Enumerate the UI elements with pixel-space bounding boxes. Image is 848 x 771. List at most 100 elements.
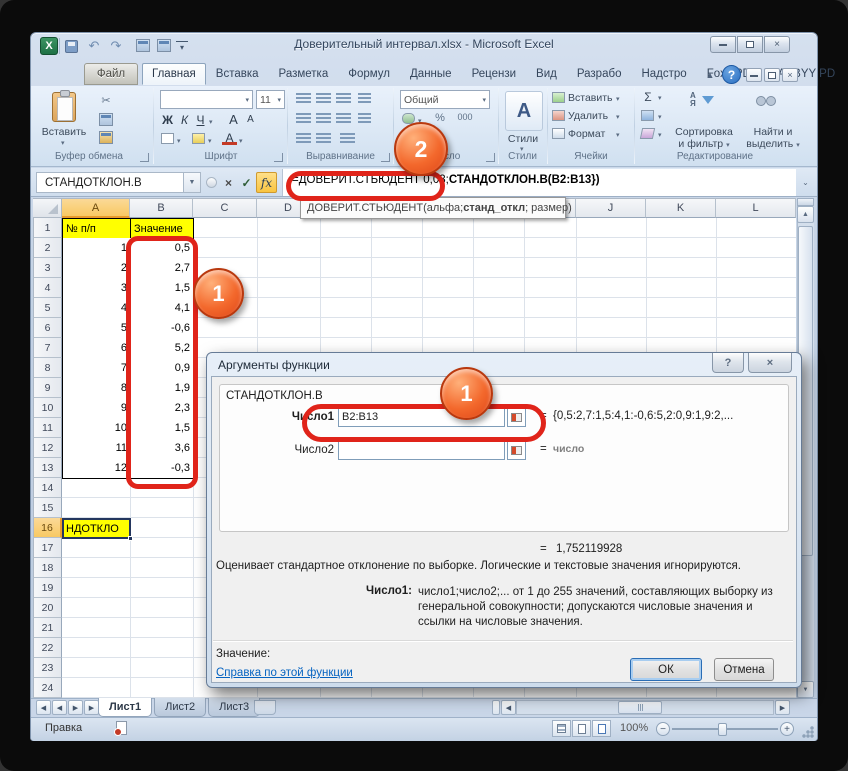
tab-главная[interactable]: Главная xyxy=(142,63,206,85)
insert-cells-icon[interactable] xyxy=(552,92,565,103)
fill-caret2-icon[interactable]: ▾ xyxy=(658,113,662,121)
sort-filter-icon[interactable]: АЯ xyxy=(690,92,696,108)
expand-formula-bar-icon[interactable]: ⌄ xyxy=(798,172,813,193)
page-layout-view-button[interactable] xyxy=(572,720,591,737)
cancel-entry-button[interactable]: × xyxy=(220,172,237,193)
row-header-14[interactable]: 14 xyxy=(33,478,62,498)
row-header-24[interactable]: 24 xyxy=(33,678,62,698)
format-cells-caret-icon[interactable]: ▾ xyxy=(616,131,620,139)
zoom-in-button[interactable]: + xyxy=(780,722,794,736)
row-header-10[interactable]: 10 xyxy=(33,398,62,418)
alignment-dialog-launcher[interactable] xyxy=(381,153,390,162)
insert-cells-button[interactable]: Вставить xyxy=(568,92,614,104)
dialog-help-button[interactable]: ? xyxy=(712,353,744,373)
cancel-button[interactable]: Отмена xyxy=(714,658,774,681)
hscroll-left-button[interactable]: ◀ xyxy=(501,700,516,715)
column-header-J[interactable]: J xyxy=(576,198,646,218)
row-header-4[interactable]: 4 xyxy=(33,278,62,298)
cell-a10[interactable]: 9 xyxy=(62,398,131,419)
row-header-21[interactable]: 21 xyxy=(33,618,62,638)
tab-split-handle[interactable] xyxy=(492,700,500,715)
increase-indent-icon[interactable] xyxy=(316,133,331,144)
row-header-20[interactable]: 20 xyxy=(33,598,62,618)
row-header-5[interactable]: 5 xyxy=(33,298,62,318)
font-color-button[interactable]: А xyxy=(222,131,237,145)
row-header-15[interactable]: 15 xyxy=(33,498,62,518)
column-header-L[interactable]: L xyxy=(716,198,796,218)
row-header-13[interactable]: 13 xyxy=(33,458,62,478)
shrink-font-button[interactable]: А xyxy=(243,114,258,125)
row-header-23[interactable]: 23 xyxy=(33,658,62,678)
fill-handle[interactable] xyxy=(128,536,133,541)
tab-формул[interactable]: Формул xyxy=(338,63,400,85)
fill-icon[interactable] xyxy=(641,110,654,121)
cell-a4[interactable]: 3 xyxy=(62,278,131,299)
cell-a6[interactable]: 5 xyxy=(62,318,131,339)
editing-cell-a16[interactable]: НДОТКЛО xyxy=(62,518,131,539)
fill-color-icon[interactable] xyxy=(192,133,205,144)
underline-button[interactable]: Ч xyxy=(193,113,208,127)
minimize-button[interactable] xyxy=(710,36,736,53)
column-header-K[interactable]: K xyxy=(646,198,716,218)
styles-icon[interactable]: А xyxy=(505,91,543,131)
cell-a9[interactable]: 8 xyxy=(62,378,131,399)
format-cells-icon[interactable] xyxy=(552,128,565,139)
tab-данные[interactable]: Данные xyxy=(400,63,462,85)
resize-grip[interactable] xyxy=(802,726,814,738)
cell-a12[interactable]: 11 xyxy=(62,438,131,459)
fill-caret-icon[interactable]: ▾ xyxy=(208,137,212,145)
row-header-1[interactable]: 1 xyxy=(33,218,62,238)
delete-cells-icon[interactable] xyxy=(552,110,565,121)
borders-icon[interactable] xyxy=(161,133,174,144)
row-header-22[interactable]: 22 xyxy=(33,638,62,658)
row-header-18[interactable]: 18 xyxy=(33,558,62,578)
cell-a1[interactable]: № п/п xyxy=(62,218,131,239)
insert-cells-caret-icon[interactable]: ▾ xyxy=(616,95,620,103)
insert-function-button[interactable]: fx xyxy=(256,172,277,193)
cell-a8[interactable]: 7 xyxy=(62,358,131,379)
clear-icon[interactable] xyxy=(640,128,655,139)
font-size-combo[interactable]: 11▾ xyxy=(256,90,285,109)
cell-a2[interactable]: 1 xyxy=(62,238,131,259)
paste-caret-icon[interactable]: ▾ xyxy=(61,139,65,147)
format-painter-icon[interactable] xyxy=(99,131,113,144)
row-header-11[interactable]: 11 xyxy=(33,418,62,438)
binoculars-icon[interactable] xyxy=(756,96,766,106)
comma-style-icon[interactable]: 000 xyxy=(452,112,478,122)
autosum-caret-icon[interactable]: ▾ xyxy=(658,94,662,102)
tab-рецензи[interactable]: Рецензи xyxy=(462,63,526,85)
wrap-text-icon[interactable] xyxy=(340,133,355,144)
borders-caret-icon[interactable]: ▾ xyxy=(177,137,181,145)
sheet-tab-лист2[interactable]: Лист2 xyxy=(154,698,206,717)
percent-style-icon[interactable]: % xyxy=(432,112,448,124)
sort-filter-button[interactable]: Сортировкаи фильтр ▾ xyxy=(668,126,740,150)
next-sheet-button[interactable]: ▶ xyxy=(68,700,83,715)
close-button[interactable]: × xyxy=(764,36,790,53)
name-box[interactable]: СТАНДОТКЛОН.В xyxy=(36,172,184,193)
autosum-icon[interactable]: Σ xyxy=(640,90,656,104)
cell-a3[interactable]: 2 xyxy=(62,258,131,279)
find-select-button[interactable]: Найти ивыделить ▾ xyxy=(744,126,802,150)
row-header-2[interactable]: 2 xyxy=(33,238,62,258)
help-button[interactable]: ? xyxy=(722,65,741,84)
last-sheet-button[interactable]: ▶ xyxy=(84,700,99,715)
tab-file[interactable]: Файл xyxy=(84,63,138,85)
enter-entry-button[interactable]: ✓ xyxy=(238,172,255,193)
font-name-combo[interactable]: ▾ xyxy=(160,90,253,109)
normal-view-button[interactable] xyxy=(552,720,571,737)
clear-caret-icon[interactable]: ▾ xyxy=(658,131,662,139)
format-cells-button[interactable]: Формат xyxy=(568,128,614,140)
cut-icon[interactable]: ✂ xyxy=(98,94,114,107)
number-dialog-launcher[interactable] xyxy=(486,153,495,162)
underline-caret-icon[interactable]: ▾ xyxy=(209,118,213,126)
styles-button[interactable]: Стили xyxy=(500,133,546,145)
bold-button[interactable]: Ж xyxy=(160,113,175,127)
align-middle-icon[interactable] xyxy=(316,93,331,104)
row-header-12[interactable]: 12 xyxy=(33,438,62,458)
dialog-close-button[interactable]: × xyxy=(748,353,792,373)
align-right-icon[interactable] xyxy=(336,113,351,124)
page-break-view-button[interactable] xyxy=(592,720,611,737)
arg2-range-picker-button[interactable] xyxy=(507,440,526,460)
italic-button[interactable]: К xyxy=(177,113,192,127)
row-header-9[interactable]: 9 xyxy=(33,378,62,398)
